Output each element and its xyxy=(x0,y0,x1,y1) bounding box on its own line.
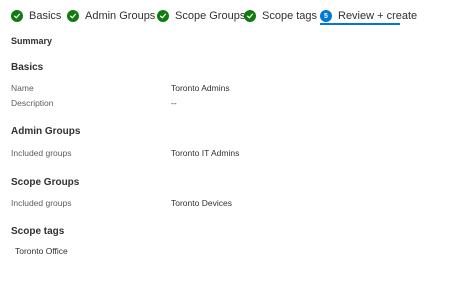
step-label: Basics xyxy=(29,10,62,22)
summary-title: Summary xyxy=(11,36,53,46)
step-number-badge: 5 xyxy=(320,10,332,22)
section-heading-admin-groups: Admin Groups xyxy=(11,126,81,137)
section-heading-scope-tags: Scope tags xyxy=(11,226,65,237)
checkmark-icon xyxy=(67,10,79,22)
name-value: Toronto Admins xyxy=(171,83,230,93)
active-step-underline xyxy=(320,23,400,25)
step-label: Scope tags xyxy=(262,10,318,22)
step-label: Scope Groups xyxy=(175,10,246,22)
scope-included-groups-value: Toronto Devices xyxy=(171,198,232,208)
step-label: Review + create xyxy=(338,10,418,22)
admin-included-groups-value: Toronto IT Admins xyxy=(171,148,240,158)
section-heading-basics: Basics xyxy=(11,62,44,73)
description-value: -- xyxy=(171,98,177,108)
step-scope-groups[interactable]: Scope Groups xyxy=(157,7,245,25)
description-label: Description xyxy=(11,98,54,108)
checkmark-icon xyxy=(11,10,23,22)
checkmark-icon xyxy=(157,10,169,22)
scope-tag-item: Toronto Office xyxy=(15,246,68,256)
step-scope-tags[interactable]: Scope tags xyxy=(244,7,317,25)
section-heading-scope-groups: Scope Groups xyxy=(11,177,80,188)
name-label: Name xyxy=(11,83,34,93)
checkmark-icon xyxy=(244,10,256,22)
wizard-steps: Basics Admin Groups Scope Groups Scope t… xyxy=(0,0,474,30)
step-label: Admin Groups xyxy=(85,10,156,22)
step-basics[interactable]: Basics xyxy=(11,7,61,25)
step-admin-groups[interactable]: Admin Groups xyxy=(67,7,155,25)
admin-included-groups-label: Included groups xyxy=(11,148,72,158)
scope-included-groups-label: Included groups xyxy=(11,198,72,208)
